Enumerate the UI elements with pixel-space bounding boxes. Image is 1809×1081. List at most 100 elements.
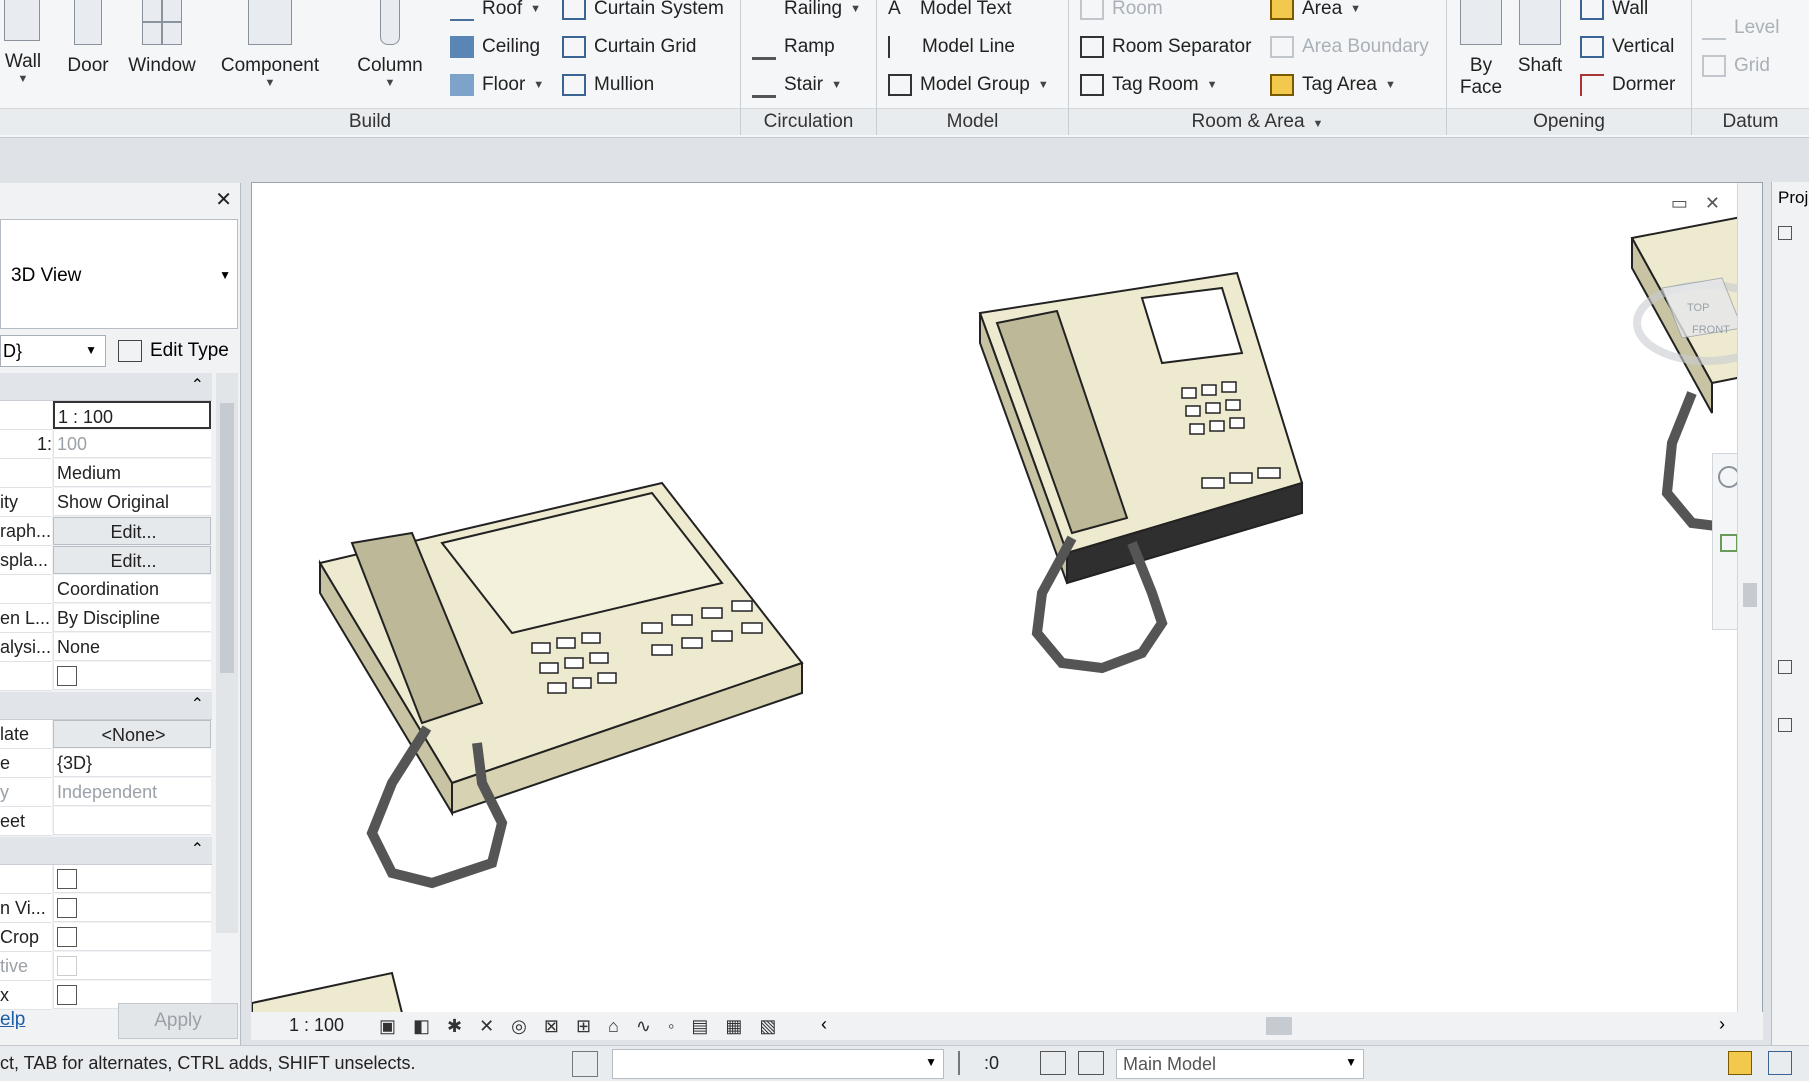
room-button[interactable]: Room [1080,0,1251,25]
view-name-field[interactable]: {3D} [53,749,211,777]
view-control-icons[interactable]: ▣ ◧ ✱ ✕ ◎ ⊠ ⊞ ⌂ ∿ ◦ ▤ ▦ ▧ [379,1016,782,1037]
extents-section-header[interactable]: ⌃ [0,837,212,865]
close-icon[interactable]: ✕ [215,187,232,212]
by-face-button[interactable]: By Face [1452,0,1510,99]
datum-panel-title[interactable]: Datum [1692,108,1809,135]
area-button[interactable]: Area ▼ [1270,0,1429,25]
vertical-opening-button[interactable]: Vertical [1580,31,1675,63]
3d-viewport[interactable]: TOP FRONT ▭ ✕ [251,182,1763,1014]
detail-level-field[interactable]: Medium [53,459,211,487]
visibility-graphics-edit-button[interactable]: Edit... [53,517,211,545]
grid-button[interactable]: Grid [1702,50,1779,82]
analysis-display-field[interactable]: None [53,633,211,661]
component-button[interactable]: Component ▼ [214,0,326,89]
dormer-button[interactable]: Dormer [1580,69,1675,101]
telephone-model-1[interactable] [318,481,804,889]
properties-scrollbar[interactable] [216,373,238,933]
viewport-vertical-scrollbar[interactable] [1737,183,1762,1013]
section-box-checkbox[interactable] [57,985,77,1005]
property-row: eet [0,807,212,836]
design-option-dropdown[interactable]: Main Model ▼ [1116,1049,1364,1079]
wall-button[interactable]: Wall ▼ [0,0,46,85]
annotation-crop-checkbox[interactable] [57,927,77,947]
drag-elements-icon[interactable] [1768,1051,1792,1075]
crop-region-visible-checkbox[interactable] [57,898,77,918]
level-button[interactable]: Level [1702,12,1779,44]
design-options-icon[interactable] [1078,1051,1104,1075]
area-boundary-button[interactable]: Area Boundary [1270,31,1429,63]
model-canvas[interactable]: TOP FRONT [252,183,1762,1013]
telephone-model-4[interactable] [252,971,404,1013]
status-hint: ct, TAB for alternates, CTRL adds, SHIFT… [0,1053,416,1073]
view-window-controls[interactable]: ▭ ✕ [1671,193,1726,214]
apply-button[interactable]: Apply [118,1003,238,1039]
hidden-line-field[interactable]: By Discipline [53,604,211,632]
property-row: Coordination [0,575,212,604]
crop-view-checkbox[interactable] [57,869,77,889]
circulation-panel-title[interactable]: Circulation [741,108,876,135]
filter-icon[interactable] [958,1051,980,1075]
view-scale-input[interactable]: 1 : 100 [53,401,211,429]
view-template-button[interactable]: <None> [53,720,211,748]
door-button[interactable]: Door [62,0,114,77]
curtain-system-button[interactable]: Curtain System [562,0,724,25]
floor-button[interactable]: Floor ▼ [450,69,544,101]
tag-room-button[interactable]: Tag Room ▼ [1080,69,1251,101]
model-panel-title[interactable]: Model [877,108,1068,135]
property-row: raph... Edit... [0,517,212,546]
view-scale-button[interactable]: 1 : 100 [289,1015,344,1036]
railing-button[interactable]: Railing ▼ [752,0,861,25]
zoom-icon[interactable] [1720,534,1738,552]
property-row: y Independent [0,778,212,807]
far-clip-active-checkbox[interactable] [57,956,77,976]
roof-button[interactable]: Roof ▼ [450,0,544,25]
room-separator-button[interactable]: Room Separator [1080,31,1251,63]
model-group-button[interactable]: Model Group ▼ [888,69,1049,101]
model-line-button[interactable]: Model Line [888,31,1049,63]
type-selector[interactable]: 3D View ▼ [0,219,238,329]
model-text-button[interactable]: A Model Text [888,0,1049,25]
tag-area-icon [1270,74,1294,96]
editable-only-icon[interactable] [1040,1051,1066,1075]
worksharing-icon[interactable] [572,1051,598,1077]
collapse-icon[interactable] [1778,660,1792,674]
property-checkbox[interactable] [57,666,77,686]
view-instance-dropdown[interactable]: D} ▼ [0,335,106,367]
room-area-panel-title[interactable]: Room & Area ▼ [1069,108,1446,135]
collapse-icon[interactable] [1778,226,1792,240]
edit-type-button[interactable]: Edit Type [116,335,238,367]
opening-panel-title[interactable]: Opening [1447,108,1691,135]
tag-area-button[interactable]: Tag Area ▼ [1270,69,1429,101]
parts-visibility-field[interactable]: Show Original [53,488,211,516]
scroll-right-icon[interactable]: › [1719,1014,1725,1035]
area-icon [1270,0,1294,20]
scroll-left-icon[interactable]: ‹ [821,1014,827,1035]
build-panel-title[interactable]: Build [0,108,740,135]
identity-section-header[interactable]: ⌃ [0,692,212,720]
ramp-button[interactable]: Ramp [752,31,861,63]
view-control-bar: 1 : 100 ▣ ◧ ✱ ✕ ◎ ⊠ ⊞ ⌂ ∿ ◦ ▤ ▦ ▧ ‹ › [251,1012,1763,1040]
window-button[interactable]: Window [122,0,202,77]
ceiling-button[interactable]: Ceiling [450,31,544,63]
workset-dropdown[interactable]: ▼ [612,1049,944,1079]
properties-help-link[interactable]: elp [0,1009,25,1031]
room-icon [1080,0,1104,20]
roof-icon [450,0,474,21]
chevron-down-icon: ▼ [85,343,97,357]
shaft-button[interactable]: Shaft [1512,0,1568,77]
discipline-field[interactable]: Coordination [53,575,211,603]
door-icon [74,0,102,45]
collapse-icon: ⌃ [190,696,204,713]
horizontal-scroll-thumb[interactable] [1266,1017,1292,1035]
curtain-grid-button[interactable]: Curtain Grid [562,31,724,63]
select-links-icon[interactable] [1728,1051,1752,1075]
wall-opening-button[interactable]: Wall [1580,0,1675,25]
viewcube-front-label: FRONT [1692,324,1730,336]
graphics-section-header[interactable]: ⌃ [0,373,212,401]
column-button[interactable]: Column ▼ [350,0,430,89]
collapse-icon[interactable] [1778,718,1792,732]
graphic-display-edit-button[interactable]: Edit... [53,546,211,574]
stair-button[interactable]: Stair ▼ [752,69,861,101]
mullion-button[interactable]: Mullion [562,69,724,101]
telephone-model-2[interactable] [978,271,1304,674]
